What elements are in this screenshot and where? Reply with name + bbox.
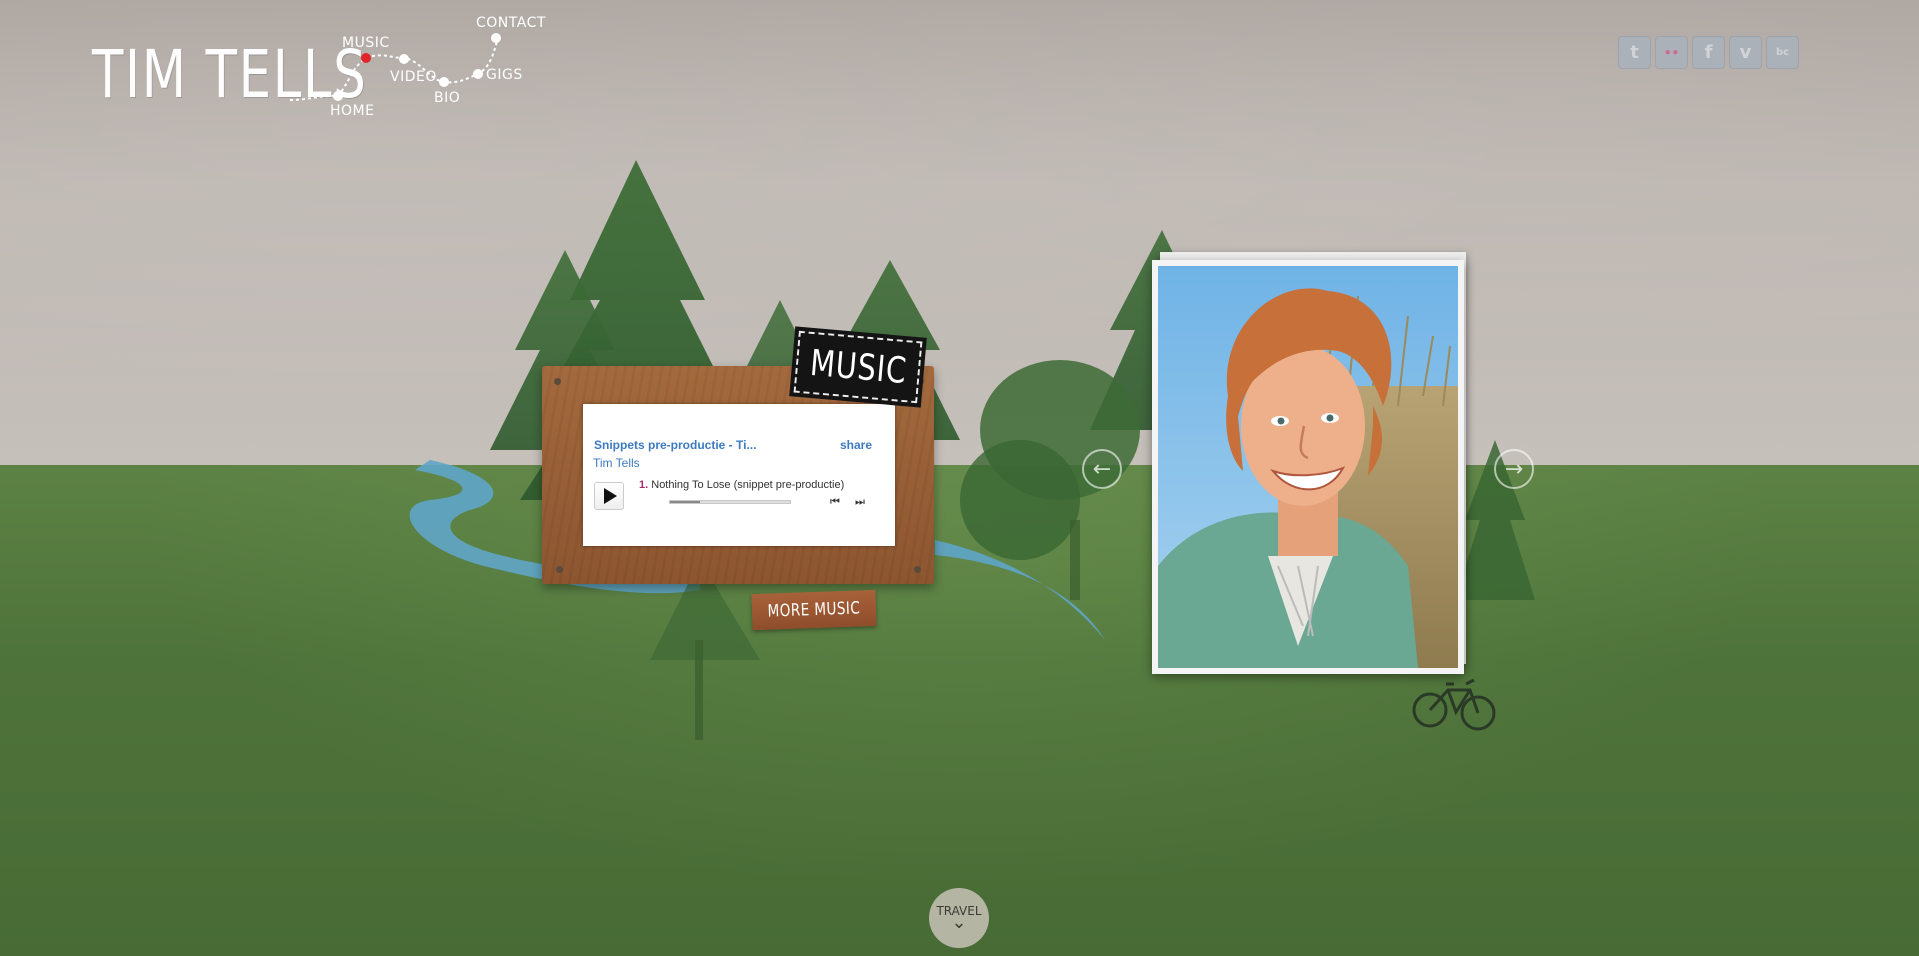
share-link[interactable]: share [840, 438, 872, 452]
nav-item-bio[interactable]: BIO [434, 90, 460, 106]
nav-item-music[interactable]: MUSIC [342, 35, 390, 51]
chevron-down-icon: ⌄ [951, 912, 967, 933]
music-player: Snippets pre-productie - Ti... share Tim… [583, 404, 895, 546]
screw [914, 566, 921, 573]
music-tag-label: MUSIC [807, 342, 909, 392]
nav-item-home[interactable]: HOME [330, 103, 374, 119]
play-icon [604, 488, 617, 504]
progress-bar[interactable] [669, 500, 791, 504]
nav-item-contact[interactable]: CONTACT [476, 15, 546, 31]
bandcamp-icon[interactable]: bc [1766, 36, 1799, 69]
screw [554, 378, 561, 385]
forest-illustration [409, 160, 1535, 740]
more-music-button[interactable]: MORE MUSIC [751, 589, 877, 631]
travel-button[interactable]: TRAVEL ⌄ [929, 888, 989, 948]
twitter-icon[interactable]: t [1618, 36, 1651, 69]
flickr-icon[interactable]: •• [1655, 36, 1688, 69]
nav-item-video[interactable]: VIDEO [390, 69, 437, 85]
track-number: 1. [639, 479, 649, 491]
photo-frame[interactable] [1152, 260, 1464, 674]
screw [556, 566, 563, 573]
playlist-title[interactable]: Snippets pre-productie - Ti... [594, 438, 756, 452]
track-title: Nothing To Lose (snippet pre-productie) [651, 479, 845, 491]
artist-link[interactable]: Tim Tells [593, 456, 640, 470]
next-track-button[interactable]: ⏭ [855, 496, 865, 509]
vimeo-icon[interactable]: v [1729, 36, 1762, 69]
previous-track-button[interactable]: ⏮ [830, 496, 840, 509]
gallery-next-button[interactable]: → [1494, 449, 1534, 489]
more-music-label: MORE MUSIC [767, 598, 861, 622]
play-button[interactable] [594, 482, 624, 510]
social-links: t •• f v bc [1618, 36, 1799, 69]
facebook-icon[interactable]: f [1692, 36, 1725, 69]
track-row[interactable]: 1. Nothing To Lose (snippet pre-producti… [639, 479, 844, 491]
progress-fill [670, 501, 700, 503]
music-section-tag: MUSIC [789, 326, 927, 408]
nav-item-gigs[interactable]: GIGS [486, 67, 523, 83]
artist-photo [1158, 266, 1458, 668]
gallery-prev-button[interactable]: ← [1082, 449, 1122, 489]
bicycle-icon [1412, 678, 1496, 731]
